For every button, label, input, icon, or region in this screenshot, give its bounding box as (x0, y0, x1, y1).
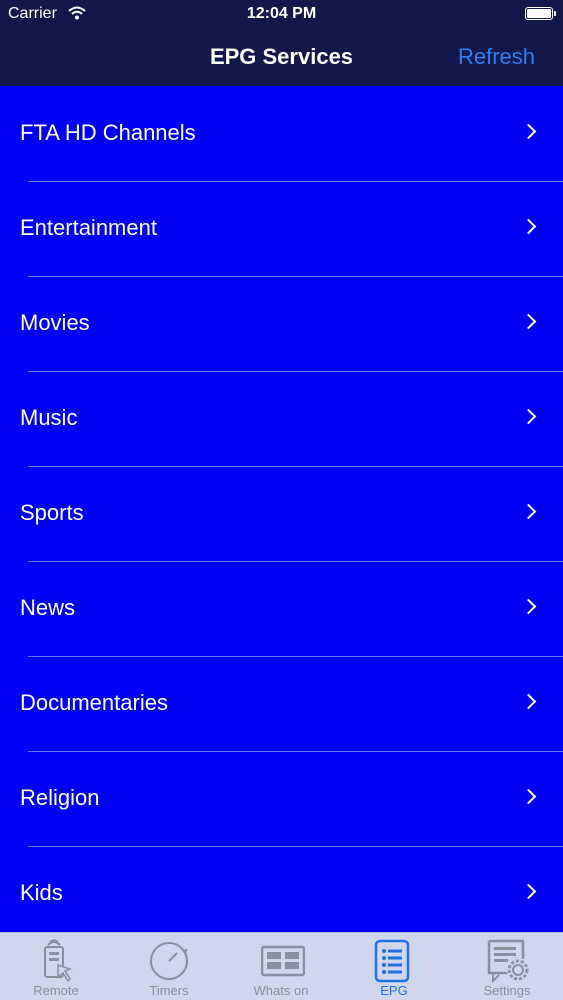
tab-remote[interactable]: Remote (0, 933, 112, 1000)
list-item-label: Religion (20, 785, 100, 810)
timer-icon (150, 942, 188, 980)
battery-icon (525, 7, 556, 20)
chevron-right-icon (520, 788, 537, 805)
tab-label: Remote (33, 983, 79, 998)
list-item-label: Documentaries (20, 690, 168, 715)
whats-on-icon (261, 945, 305, 977)
chevron-right-icon (520, 123, 537, 140)
list-item-entertainment[interactable]: Entertainment (0, 182, 563, 277)
list-item-label: Movies (20, 310, 90, 335)
list-item-label: Kids (20, 880, 63, 905)
tab-whats-on[interactable]: Whats on (225, 933, 337, 1000)
top-bar: Carrier 12:04 PM EPG Services Refresh (0, 0, 563, 86)
chevron-right-icon (520, 693, 537, 710)
list-item-documentaries[interactable]: Documentaries (0, 657, 563, 752)
list-item-movies[interactable]: Movies (0, 277, 563, 372)
refresh-button[interactable]: Refresh (458, 44, 535, 70)
tab-label: Settings (483, 983, 531, 998)
list-item-sports[interactable]: Sports (0, 467, 563, 562)
chevron-right-icon (520, 218, 537, 235)
list-item-label: Entertainment (20, 215, 157, 240)
chevron-right-icon (520, 503, 537, 520)
remote-icon (44, 939, 73, 983)
tab-label: EPG (380, 983, 408, 998)
tab-bar: Remote Timers Whats on EPG Settings (0, 932, 563, 1000)
list-item-fta-hd-channels[interactable]: FTA HD Channels (0, 87, 563, 182)
settings-icon (487, 939, 529, 983)
epg-list-icon (374, 939, 410, 983)
list-item-label: FTA HD Channels (20, 120, 196, 145)
tab-label: Timers (149, 983, 189, 998)
status-bar: Carrier 12:04 PM (0, 0, 563, 30)
epg-service-list: FTA HD Channels Entertainment Movies Mus… (0, 87, 563, 942)
list-item-music[interactable]: Music (0, 372, 563, 467)
tab-settings[interactable]: Settings (451, 933, 563, 1000)
tab-epg[interactable]: EPG (338, 933, 450, 1000)
list-item-news[interactable]: News (0, 562, 563, 657)
list-item-label: Music (20, 405, 78, 430)
tab-timers[interactable]: Timers (113, 933, 225, 1000)
status-time: 12:04 PM (246, 5, 317, 22)
list-item-religion[interactable]: Religion (0, 752, 563, 847)
tab-label: Whats on (253, 983, 309, 998)
list-item-label: News (20, 595, 76, 620)
list-item-kids[interactable]: Kids (0, 847, 563, 942)
list-item-label: Sports (20, 500, 84, 525)
chevron-right-icon (520, 313, 537, 330)
chevron-right-icon (520, 408, 537, 425)
chevron-right-icon (520, 883, 537, 900)
chevron-right-icon (520, 598, 537, 615)
